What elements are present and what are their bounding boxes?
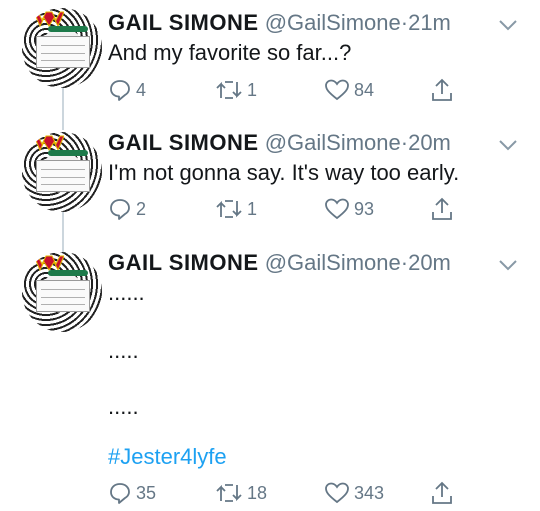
author-handle[interactable]: @GailSimone	[265, 250, 401, 275]
retweet-count: 18	[247, 482, 268, 503]
reply-icon	[110, 483, 130, 504]
tweet-text-line: .....	[108, 338, 139, 363]
timestamp[interactable]: 20m	[408, 250, 451, 275]
like-button[interactable]: 84	[324, 77, 374, 103]
reply-button[interactable]: 4	[108, 77, 146, 103]
like-button[interactable]: 343	[324, 480, 384, 506]
heart-icon	[325, 482, 349, 504]
tweet-header: GAIL SIMONE @GailSimone·20m	[108, 250, 451, 276]
like-button[interactable]: 93	[324, 196, 374, 222]
avatar-stripe	[48, 150, 88, 156]
like-count: 343	[354, 482, 385, 503]
separator: ·	[400, 130, 409, 155]
separator: ·	[400, 10, 409, 35]
tweet-text-line: .....	[108, 394, 139, 419]
separator: ·	[400, 250, 409, 275]
tweet[interactable]: GAIL SIMONE @GailSimone·20m ...... .....…	[0, 244, 540, 511]
retweet-icon	[216, 200, 242, 218]
tweet-actions: 4 1 84	[108, 77, 468, 103]
retweet-button[interactable]: 18	[215, 480, 267, 506]
author-handle[interactable]: @GailSimone	[265, 10, 401, 35]
chevron-down-icon[interactable]	[498, 18, 518, 32]
reply-button[interactable]: 2	[108, 196, 146, 222]
share-icon	[432, 481, 452, 504]
timestamp[interactable]: 20m	[408, 130, 451, 155]
author-name[interactable]: GAIL SIMONE	[108, 10, 259, 35]
avatar[interactable]	[22, 8, 102, 88]
heart-icon	[325, 198, 349, 220]
heart-icon	[325, 79, 349, 101]
chevron-down-icon[interactable]	[498, 258, 518, 272]
author-name[interactable]: GAIL SIMONE	[108, 130, 259, 155]
retweet-button[interactable]: 1	[215, 196, 257, 222]
notebook-graphic	[36, 160, 90, 192]
retweet-count: 1	[247, 79, 258, 100]
tweet-actions: 2 1 93	[108, 196, 468, 222]
author-handle[interactable]: @GailSimone	[265, 130, 401, 155]
reply-count: 35	[136, 482, 157, 503]
tweet[interactable]: GAIL SIMONE @GailSimone·20m I'm not gonn…	[0, 124, 540, 244]
tweet-text: And my favorite so far...?	[108, 40, 352, 65]
tweet-header: GAIL SIMONE @GailSimone·20m	[108, 130, 451, 156]
reply-icon	[110, 199, 130, 220]
avatar-stripe	[48, 270, 88, 276]
retweet-button[interactable]: 1	[215, 77, 257, 103]
notebook-graphic	[36, 36, 90, 68]
tweet-header: GAIL SIMONE @GailSimone·21m	[108, 10, 451, 36]
tweet[interactable]: GAIL SIMONE @GailSimone·21m And my favor…	[0, 0, 540, 120]
hashtag-link[interactable]: #Jester4lyfe	[108, 444, 227, 470]
notebook-graphic	[36, 280, 90, 312]
like-count: 93	[354, 198, 375, 219]
share-button[interactable]	[429, 480, 455, 506]
avatar[interactable]	[22, 252, 102, 332]
avatar[interactable]	[22, 132, 102, 212]
reply-button[interactable]: 35	[108, 480, 156, 506]
share-button[interactable]	[429, 196, 455, 222]
reply-icon	[110, 80, 130, 101]
tweet-actions: 35 18 343	[108, 480, 468, 506]
tweet-text-line: ......	[108, 280, 145, 305]
tweet-text: I'm not gonna say. It's way too early.	[108, 160, 460, 185]
share-button[interactable]	[429, 77, 455, 103]
chevron-down-icon[interactable]	[498, 138, 518, 152]
share-icon	[432, 78, 452, 101]
author-name[interactable]: GAIL SIMONE	[108, 250, 259, 275]
like-count: 84	[354, 79, 375, 100]
retweet-icon	[216, 484, 242, 502]
retweet-icon	[216, 81, 242, 99]
reply-count: 4	[136, 79, 147, 100]
avatar-stripe	[48, 26, 88, 32]
share-icon	[432, 197, 452, 220]
timestamp[interactable]: 21m	[408, 10, 451, 35]
retweet-count: 1	[247, 198, 258, 219]
reply-count: 2	[136, 198, 147, 219]
